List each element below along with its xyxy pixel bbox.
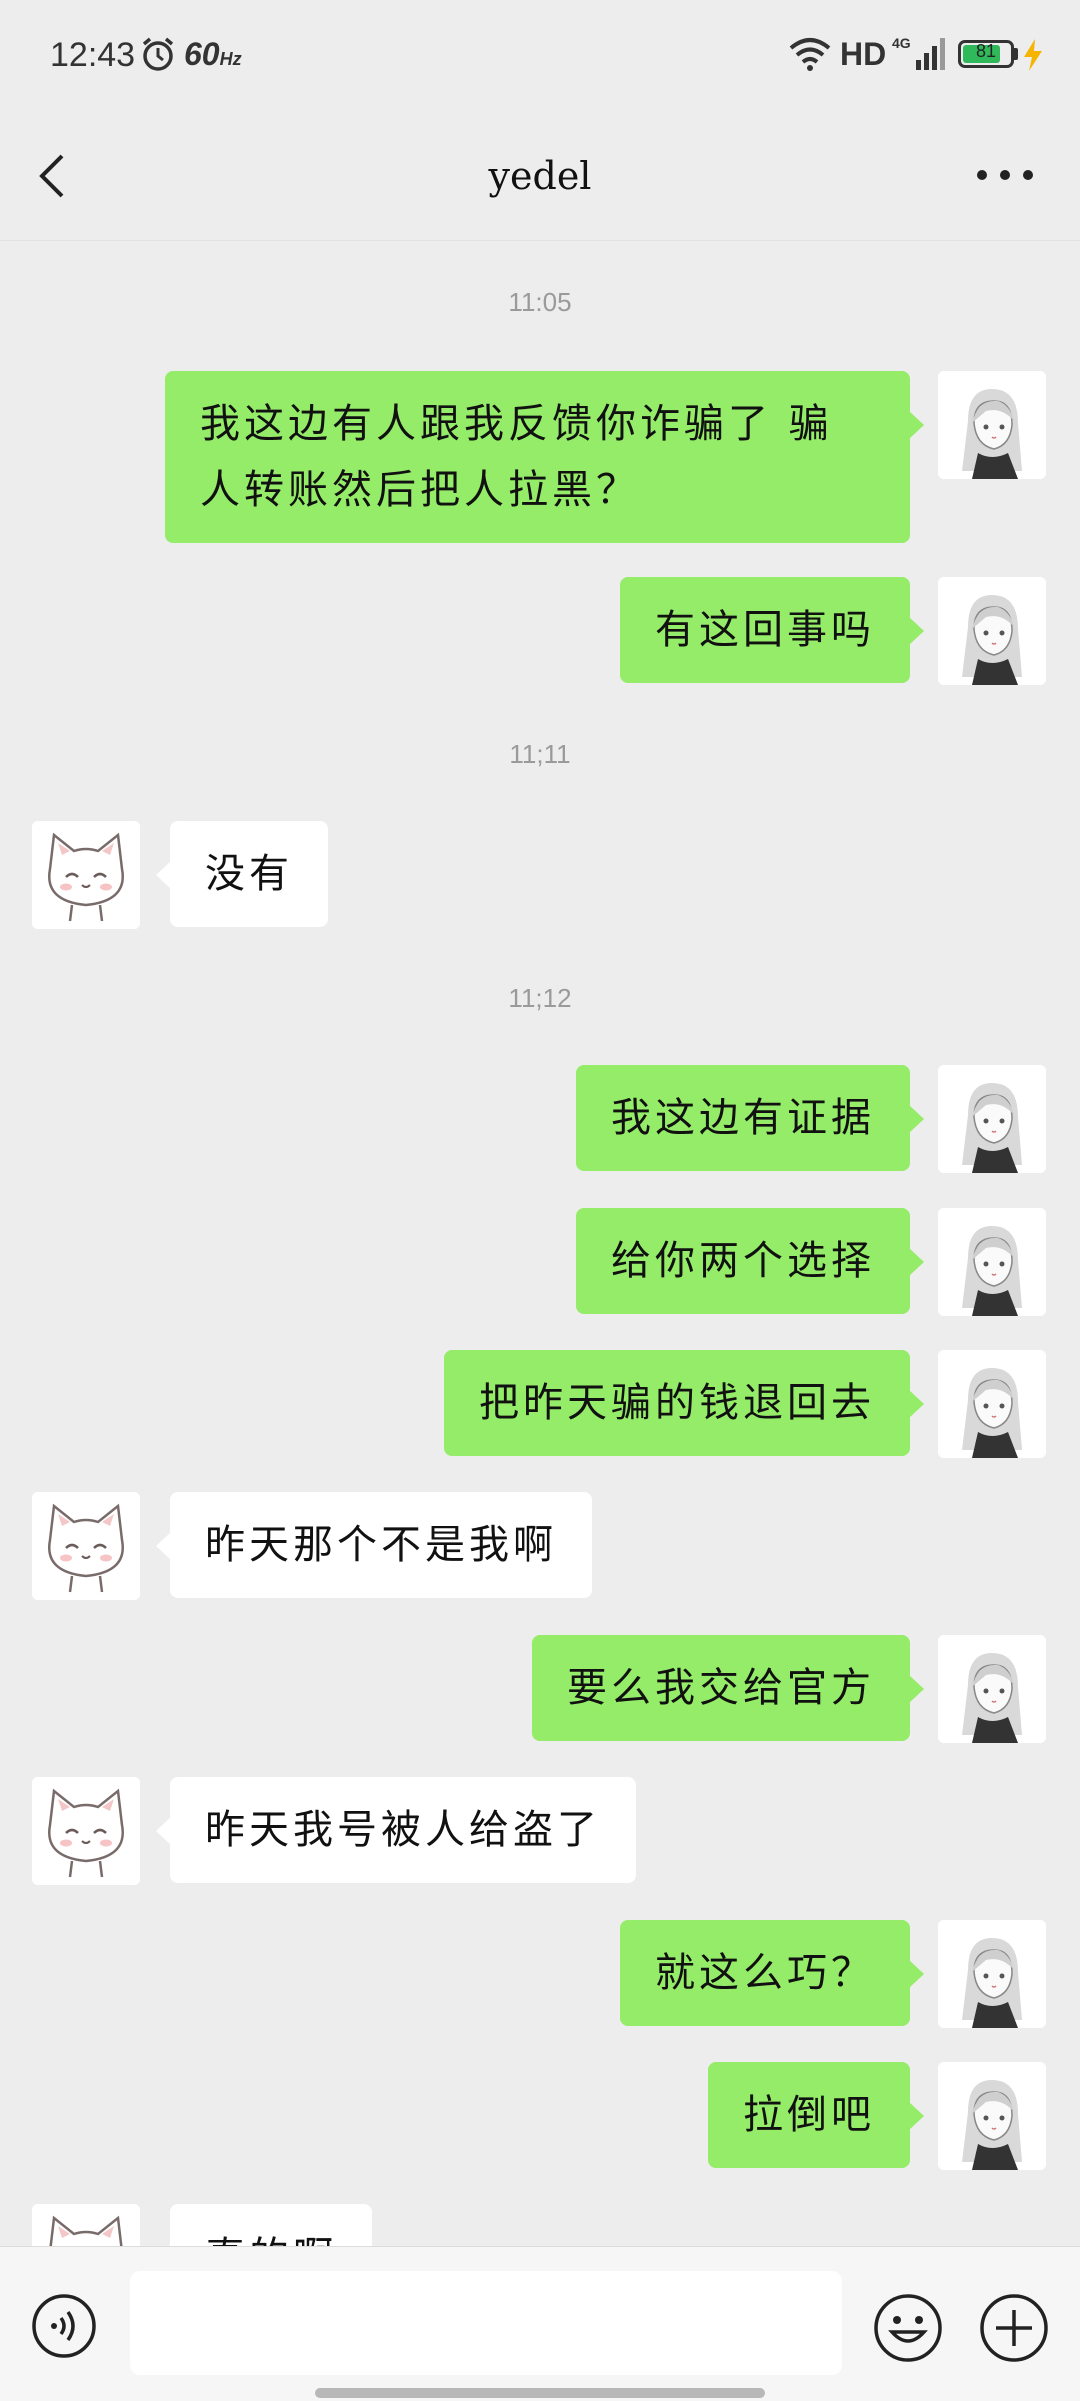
- message-bubble[interactable]: 拉倒吧: [708, 2062, 924, 2168]
- message-incoming: 真的啊: [0, 2204, 1080, 2246]
- my-avatar[interactable]: [938, 1065, 1046, 1173]
- message-bubble[interactable]: 给你两个选择: [576, 1208, 924, 1314]
- message-outgoing: 就这么巧？: [0, 1920, 1080, 2030]
- home-indicator[interactable]: [315, 2388, 765, 2398]
- message-bubble[interactable]: 把昨天骗的钱退回去: [444, 1350, 924, 1456]
- message-incoming: 昨天我号被人给盗了: [0, 1777, 1080, 1887]
- message-outgoing: 要么我交给官方: [0, 1635, 1080, 1745]
- svg-text:4G: 4G: [892, 35, 911, 51]
- message-list[interactable]: 11:05 我这边有人跟我反馈你诈骗了 骗人转账然后把人拉黑？ 有这回事吗 11…: [0, 241, 1080, 2246]
- my-avatar[interactable]: [938, 1350, 1046, 1458]
- girl-avatar-icon: [938, 1635, 1046, 1743]
- message-bubble[interactable]: 要么我交给官方: [532, 1635, 924, 1741]
- refresh-rate: 60Hz: [184, 36, 242, 72]
- charging-bolt-icon: [1024, 39, 1042, 71]
- girl-avatar-icon: [938, 1208, 1046, 1316]
- cat-avatar-icon: [32, 2204, 140, 2246]
- cat-avatar-icon: [32, 1777, 140, 1885]
- message-bubble[interactable]: 就这么巧？: [620, 1920, 924, 2026]
- message-bubble[interactable]: 我这边有人跟我反馈你诈骗了 骗人转账然后把人拉黑？: [165, 371, 924, 543]
- message-bubble[interactable]: 昨天那个不是我啊: [156, 1492, 592, 1598]
- message-outgoing: 给你两个选择: [0, 1208, 1080, 1318]
- input-bar: [0, 2246, 1080, 2401]
- message-outgoing: 我这边有证据: [0, 1065, 1080, 1175]
- alarm-icon: [142, 37, 174, 71]
- my-avatar[interactable]: [938, 1635, 1046, 1743]
- status-time: 12:43: [50, 36, 136, 74]
- battery-tip: [1014, 48, 1018, 60]
- message-input[interactable]: [130, 2271, 842, 2375]
- message-incoming: 没有: [0, 821, 1080, 931]
- girl-avatar-icon: [938, 577, 1046, 685]
- message-incoming: 昨天那个不是我啊: [0, 1492, 1080, 1602]
- girl-avatar-icon: [938, 371, 1046, 479]
- timestamp: 11:05: [508, 287, 572, 317]
- chat-title: yedel: [488, 154, 592, 198]
- battery-icon: 81: [958, 40, 1014, 68]
- message-outgoing: 拉倒吧: [0, 2062, 1080, 2172]
- girl-avatar-icon: [938, 1065, 1046, 1173]
- message-outgoing: 把昨天骗的钱退回去: [0, 1350, 1080, 1460]
- my-avatar[interactable]: [938, 371, 1046, 479]
- message-bubble[interactable]: 有这回事吗: [620, 577, 924, 683]
- cat-avatar-icon: [32, 821, 140, 929]
- chat-header: yedel: [0, 110, 1080, 241]
- my-avatar[interactable]: [938, 1920, 1046, 2028]
- contact-avatar[interactable]: [32, 1492, 140, 1600]
- wifi-icon: [789, 38, 831, 71]
- cat-avatar-icon: [32, 1492, 140, 1600]
- plus-icon[interactable]: [978, 2292, 1050, 2364]
- message-bubble[interactable]: 昨天我号被人给盗了: [156, 1777, 636, 1883]
- signal-icon: 4G: [892, 35, 945, 70]
- contact-avatar[interactable]: [32, 2204, 140, 2246]
- message-outgoing: 我这边有人跟我反馈你诈骗了 骗人转账然后把人拉黑？: [0, 371, 1080, 547]
- message-bubble[interactable]: 我这边有证据: [576, 1065, 924, 1171]
- my-avatar[interactable]: [938, 2062, 1046, 2170]
- girl-avatar-icon: [938, 1350, 1046, 1458]
- message-bubble[interactable]: 真的啊: [156, 2204, 372, 2246]
- girl-avatar-icon: [938, 1920, 1046, 2028]
- more-dots-icon[interactable]: [970, 160, 1040, 190]
- contact-avatar[interactable]: [32, 1777, 140, 1885]
- my-avatar[interactable]: [938, 1208, 1046, 1316]
- my-avatar[interactable]: [938, 577, 1046, 685]
- message-outgoing: 有这回事吗: [0, 577, 1080, 687]
- timestamp: 11;12: [508, 983, 572, 1013]
- battery-percent: 81: [975, 41, 997, 61]
- contact-avatar[interactable]: [32, 821, 140, 929]
- emoji-icon[interactable]: [872, 2292, 944, 2364]
- timestamp: 11;11: [509, 739, 571, 769]
- girl-avatar-icon: [938, 2062, 1046, 2170]
- status-bar: 12:43 60Hz HD 4G 81: [0, 0, 1080, 110]
- voice-icon[interactable]: [30, 2292, 98, 2360]
- message-bubble[interactable]: 没有: [156, 821, 328, 927]
- network-type: HD: [840, 36, 887, 72]
